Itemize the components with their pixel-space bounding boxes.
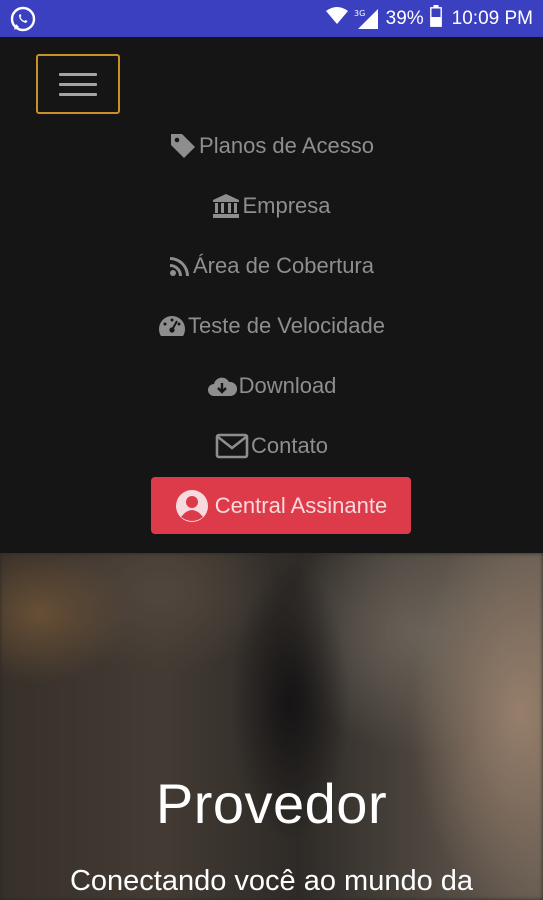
status-bar: 3G 39% 10:09 PM: [0, 0, 543, 37]
menu-item-label: Planos de Acesso: [199, 133, 374, 158]
hamburger-icon: [59, 72, 97, 76]
clock: 10:09 PM: [451, 7, 533, 29]
cta-label: Central Assinante: [214, 492, 388, 518]
menu-item-empresa[interactable]: Empresa: [0, 186, 543, 226]
menu-item-teste-velocidade[interactable]: Teste de Velocidade: [0, 306, 543, 346]
bank-icon: [212, 193, 240, 219]
hero-title: Provedor: [155, 772, 388, 835]
speedometer-icon: [158, 314, 186, 338]
battery-percent: 39%: [385, 7, 424, 29]
cloud-download-icon: [207, 375, 237, 397]
hero-subtitle: Conectando você ao mundo da: [69, 865, 474, 897]
menu-item-label: Contato: [250, 433, 329, 458]
menu-item-label: Empresa: [242, 193, 331, 218]
menu-toggle-button[interactable]: [36, 54, 120, 114]
central-assinante-button[interactable]: Central Assinante: [151, 477, 411, 534]
menu-item-download[interactable]: Download: [0, 366, 543, 406]
whatsapp-icon: [10, 6, 36, 37]
menu-item-area-cobertura[interactable]: Área de Cobertura: [0, 246, 543, 286]
tag-icon: [169, 132, 197, 160]
hero-banner: Provedor Conectando você ao mundo da: [0, 553, 543, 900]
menu-item-label: Download: [238, 373, 337, 398]
network-label: 3G: [354, 9, 365, 18]
wifi-icon: [325, 6, 348, 31]
rss-icon: [169, 255, 191, 277]
menu-item-label: Área de Cobertura: [193, 253, 374, 278]
user-circle-icon: [175, 489, 209, 523]
nav-menu: Planos de Acesso Empresa Área de Cobertu…: [0, 37, 543, 553]
battery-icon: [429, 4, 442, 33]
menu-item-label: Teste de Velocidade: [188, 313, 385, 338]
cell-signal-icon: 3G: [354, 8, 380, 30]
menu-item-planos[interactable]: Planos de Acesso: [0, 126, 543, 166]
envelope-icon: [215, 433, 249, 459]
menu-item-contato[interactable]: Contato: [0, 426, 543, 466]
